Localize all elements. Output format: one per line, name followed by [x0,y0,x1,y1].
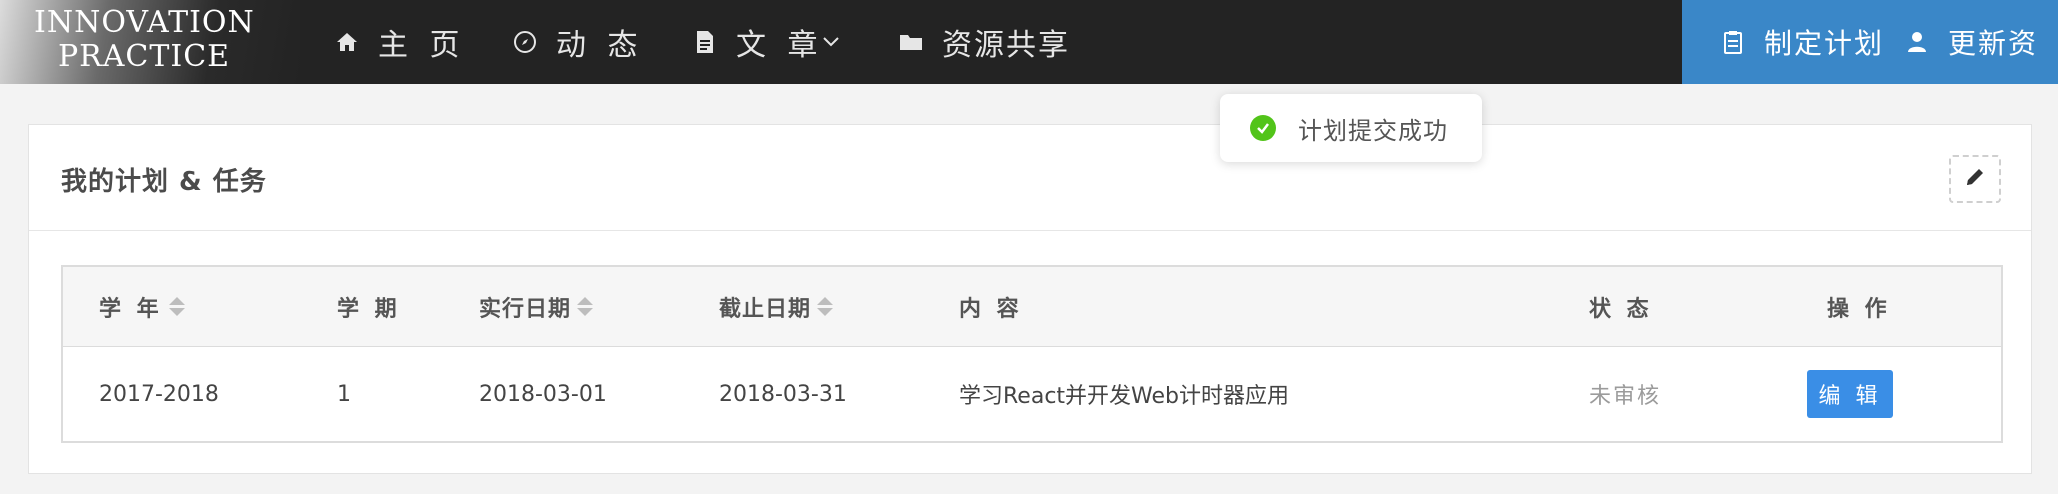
chevron-down-icon [822,36,840,48]
nav-label-make-plan: 制定计划 [1764,27,1885,60]
pencil-icon [1964,166,1986,192]
nav-label-resources: 资源共享 [942,28,1070,63]
col-header-content: 内 容 [959,267,1023,346]
nav-item-update[interactable]: 更新资 [1904,0,2038,84]
top-navbar: INNOVATION PRACTICE 主 页 动 态 文 章 资源共享 制定计… [0,0,2058,84]
logo-line-2: PRACTICE [57,39,231,74]
col-header-status: 状 态 [1589,267,1653,346]
nav-item-make-plan[interactable]: 制定计划 [1720,0,1884,84]
col-label-term: 学 期 [337,296,401,322]
logo-text: INNOVATION PRACTICE [34,6,254,74]
site-logo[interactable]: INNOVATION PRACTICE [0,0,300,84]
toast-message: 计划提交成功 [1298,116,1448,145]
success-toast: 计划提交成功 [1220,94,1482,162]
col-label-status: 状 态 [1589,296,1653,322]
clipboard-icon [1720,29,1746,55]
home-icon [334,29,360,55]
nav-item-articles[interactable]: 文 章 [692,0,840,84]
nav-item-home[interactable]: 主 页 [334,0,466,84]
col-header-term: 学 期 [337,267,401,346]
plan-panel: 我的计划 & 任务 学 年 学 期 实行日期 截止日期 内 容 状 态 操 作 … [28,124,2032,474]
cell-status: 未审核 [1589,384,1662,409]
cell-end-date: 2018-03-31 [719,381,847,407]
edit-plan-button[interactable] [1949,155,2001,203]
logo-line-1: INNOVATION [34,5,255,40]
user-icon [1904,29,1930,55]
col-label-content: 内 容 [959,296,1023,322]
col-label-year: 学 年 [99,296,163,322]
nav-item-resources[interactable]: 资源共享 [898,0,1070,84]
check-circle-icon [1250,115,1276,141]
cell-action: 编 辑 [1807,347,1893,441]
nav-label-home: 主 页 [378,28,466,63]
nav-item-activity[interactable]: 动 态 [512,0,644,84]
folder-icon [898,29,924,55]
col-label-end-date: 截止日期 [719,296,812,322]
document-icon [692,29,718,55]
col-header-end-date[interactable]: 截止日期 [719,267,834,346]
cell-term: 1 [337,381,351,407]
table-header: 学 年 学 期 实行日期 截止日期 内 容 状 态 操 作 [63,267,2001,347]
col-label-action: 操 作 [1827,296,1891,322]
col-header-start-date[interactable]: 实行日期 [479,267,594,346]
panel-title: 我的计划 & 任务 [61,167,267,197]
col-header-action: 操 作 [1827,267,1891,346]
col-header-year[interactable]: 学 年 [99,267,185,346]
compass-icon [512,29,538,55]
cell-year: 2017-2018 [99,381,219,407]
table-row: 2017-2018 1 2018-03-01 2018-03-31 学习Reac… [63,347,2001,441]
nav-label-update: 更新资 [1948,27,2039,60]
sort-icon [577,297,594,316]
edit-row-button[interactable]: 编 辑 [1807,370,1893,418]
cell-content: 学习React并开发Web计时器应用 [959,384,1290,409]
nav-label-activity: 动 态 [556,28,644,63]
nav-right-group: 制定计划 更新资 [1682,0,2058,84]
panel-header: 我的计划 & 任务 [29,125,2031,231]
sort-icon [168,297,185,316]
plan-table: 学 年 学 期 实行日期 截止日期 内 容 状 态 操 作 2017-2018 … [61,265,2003,443]
sort-icon [817,297,834,316]
col-label-start-date: 实行日期 [479,296,572,322]
cell-start-date: 2018-03-01 [479,381,607,407]
nav-label-articles: 文 章 [736,28,824,63]
